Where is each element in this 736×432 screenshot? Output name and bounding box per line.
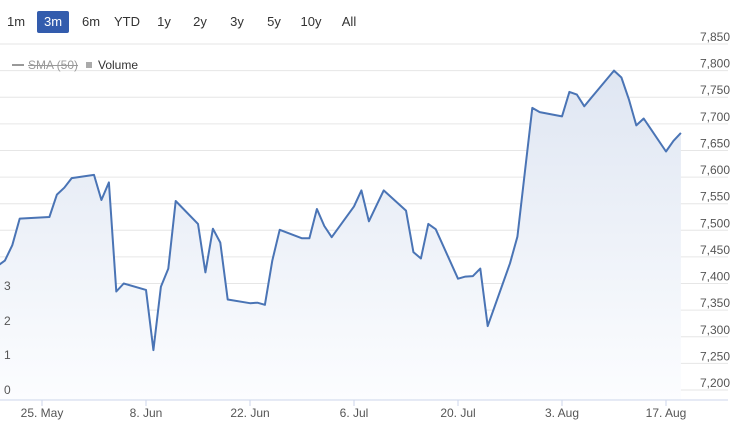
volume-tick-label: 2 xyxy=(4,314,11,328)
x-tick-label: 22. Jun xyxy=(230,406,269,420)
y-tick-label: 7,800 xyxy=(700,57,730,71)
x-tick-label: 20. Jul xyxy=(440,406,475,420)
x-tick-label: 8. Jun xyxy=(130,406,163,420)
volume-tick-label: 0 xyxy=(4,383,11,397)
y-tick-label: 7,200 xyxy=(700,376,730,390)
volume-tick-label: 3 xyxy=(4,279,11,293)
y-axis-ticks: 7,200 7,250 7,300 7,350 7,400 7,450 7,500 7,550… xyxy=(700,30,730,390)
y-tick-label: 7,650 xyxy=(700,136,730,150)
y-tick-label: 7,400 xyxy=(700,270,730,284)
price-area xyxy=(0,70,681,400)
y-tick-label: 7,300 xyxy=(700,323,730,337)
sma-line-swatch xyxy=(12,64,24,66)
legend-volume-label: Volume xyxy=(98,58,139,72)
x-tick-label: 3. Aug xyxy=(545,406,579,420)
y-tick-label: 7,850 xyxy=(700,30,730,44)
y-tick-label: 7,350 xyxy=(700,296,730,310)
y-tick-label: 7,450 xyxy=(700,243,730,257)
x-tick-label: 6. Jul xyxy=(340,406,369,420)
y-tick-label: 7,500 xyxy=(700,216,730,230)
y-tick-label: 7,600 xyxy=(700,163,730,177)
y-tick-label: 7,700 xyxy=(700,110,730,124)
y-tick-label: 7,550 xyxy=(700,190,730,204)
volume-tick-label: 1 xyxy=(4,348,11,362)
legend-sma-label: SMA (50) xyxy=(28,58,79,72)
x-tick-label: 17. Aug xyxy=(646,406,687,420)
y-tick-label: 7,250 xyxy=(700,349,730,363)
x-tick-label: 25. May xyxy=(21,406,64,420)
x-axis-ticks: 25. May 8. Jun 22. Jun 6. Jul 20. Jul 3. Aug 1… xyxy=(21,400,687,420)
y-tick-label: 7,750 xyxy=(700,83,730,97)
volume-square-swatch xyxy=(86,62,92,68)
